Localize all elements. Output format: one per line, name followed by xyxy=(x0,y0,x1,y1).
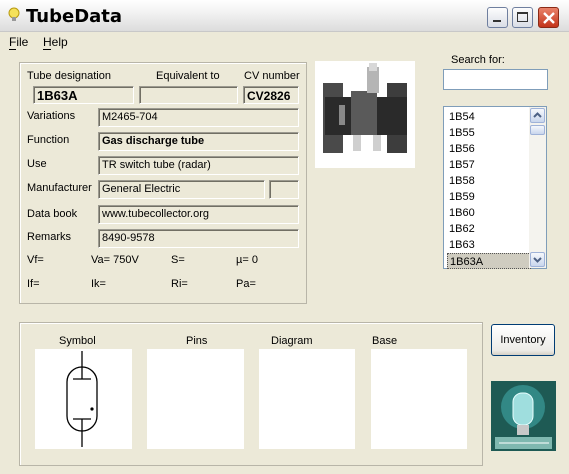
menu-help-mnemonic xyxy=(43,49,51,50)
menu-bar xyxy=(0,32,569,52)
list-item[interactable]: 1B54 xyxy=(447,109,533,125)
list-item[interactable]: 1B62 xyxy=(447,221,533,237)
diagram-panel xyxy=(259,349,355,449)
manufacturer-label: Manufacturer xyxy=(27,182,92,194)
manufacturer-extra-field[interactable] xyxy=(269,180,299,199)
list-item[interactable]: 1B58 xyxy=(447,173,533,189)
remarks-label: Remarks xyxy=(27,231,72,243)
databook-label: Data book xyxy=(27,208,78,220)
tube-designation-label: Tube designation xyxy=(27,70,111,82)
menu-help[interactable]: Help xyxy=(43,35,68,49)
scroll-thumb[interactable] xyxy=(530,125,545,135)
databook-field[interactable]: www.tubecollector.org xyxy=(98,205,299,224)
base-panel xyxy=(371,349,467,449)
chevron-up-icon xyxy=(533,112,542,118)
cv-number-label: CV number xyxy=(244,70,300,82)
app-logo xyxy=(491,381,556,451)
function-field[interactable]: Gas discharge tube xyxy=(98,132,299,151)
list-scrollbar[interactable] xyxy=(529,107,546,268)
diagram-label: Diagram xyxy=(271,335,313,347)
param-vf: Vf= xyxy=(27,254,44,266)
close-button[interactable] xyxy=(538,7,559,28)
search-label: Search for: xyxy=(451,54,505,66)
param-mu: µ= 0 xyxy=(236,254,258,266)
variations-field[interactable]: M2465-704 xyxy=(98,108,299,127)
use-label: Use xyxy=(27,158,47,170)
close-icon xyxy=(543,12,555,24)
menu-file[interactable]: File xyxy=(9,35,28,49)
symbol-label: Symbol xyxy=(59,335,96,347)
equivalent-field[interactable] xyxy=(139,86,238,104)
param-ri: Ri= xyxy=(171,278,188,290)
param-if: If= xyxy=(27,278,40,290)
param-ik: Ik= xyxy=(91,278,106,290)
tube-designation-field[interactable]: 1B63A xyxy=(33,86,134,104)
list-item[interactable]: 1B57 xyxy=(447,157,533,173)
variations-label: Variations xyxy=(27,110,76,122)
scroll-down-button[interactable] xyxy=(530,252,545,267)
list-item[interactable]: 1B59 xyxy=(447,189,533,205)
tube-photo xyxy=(315,61,415,168)
window-title: TubeData xyxy=(26,6,123,27)
function-label: Function xyxy=(27,134,70,146)
tube-symbol-icon xyxy=(66,351,98,447)
param-va: Va= 750V xyxy=(91,254,139,266)
base-label: Base xyxy=(372,335,398,347)
list-item[interactable]: 1B56 xyxy=(447,141,533,157)
param-s: S= xyxy=(171,254,185,266)
list-item[interactable]: 1B60 xyxy=(447,205,533,221)
maximize-button[interactable] xyxy=(512,7,533,28)
use-field[interactable]: TR switch tube (radar) xyxy=(98,156,299,175)
tube-list[interactable]: 1B54 1B55 1B56 1B57 1B58 1B59 1B60 1B62 … xyxy=(443,106,547,269)
menu-file-mnemonic xyxy=(9,49,16,50)
pins-label: Pins xyxy=(186,335,208,347)
inventory-button[interactable]: Inventory xyxy=(491,324,555,356)
cv-number-field[interactable]: CV2826 xyxy=(243,86,299,104)
list-item-selected[interactable]: 1B63A xyxy=(447,253,531,269)
search-input[interactable] xyxy=(443,69,548,90)
tube-logo-icon xyxy=(491,381,556,451)
param-pa: Pa= xyxy=(236,278,256,290)
manufacturer-field[interactable]: General Electric xyxy=(98,180,265,199)
symbol-panel xyxy=(35,349,132,449)
chevron-down-icon xyxy=(533,257,542,263)
list-item[interactable]: 1B55 xyxy=(447,125,533,141)
remarks-field[interactable]: 8490-9578 xyxy=(98,229,299,248)
scroll-up-button[interactable] xyxy=(530,108,545,123)
pins-panel xyxy=(147,349,244,449)
equivalent-label: Equivalent to xyxy=(156,70,220,82)
list-item[interactable]: 1B63 xyxy=(447,237,533,253)
tube-photo-image xyxy=(315,61,415,168)
lightbulb-icon xyxy=(8,7,20,21)
minimize-button[interactable] xyxy=(487,7,508,28)
